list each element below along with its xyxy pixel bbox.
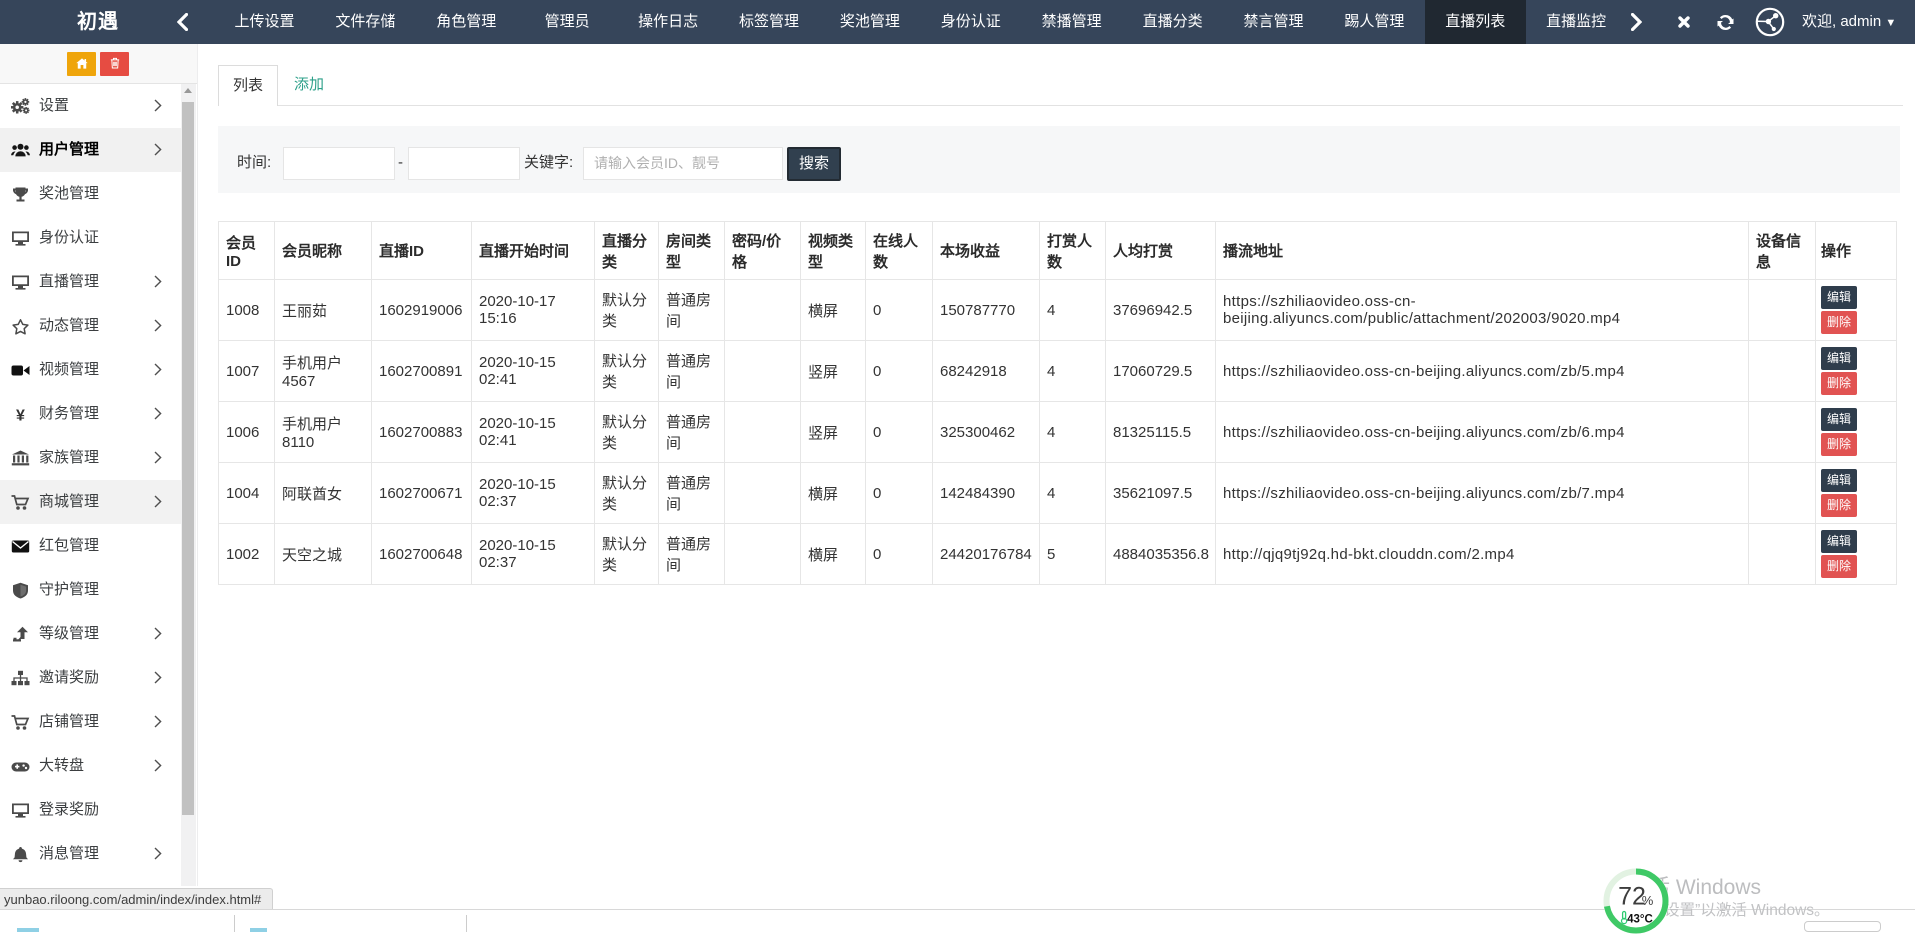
svg-text:43°C: 43°C [1627,914,1653,926]
svg-text:¥: ¥ [16,408,25,424]
svg-text:%: % [1642,893,1654,908]
